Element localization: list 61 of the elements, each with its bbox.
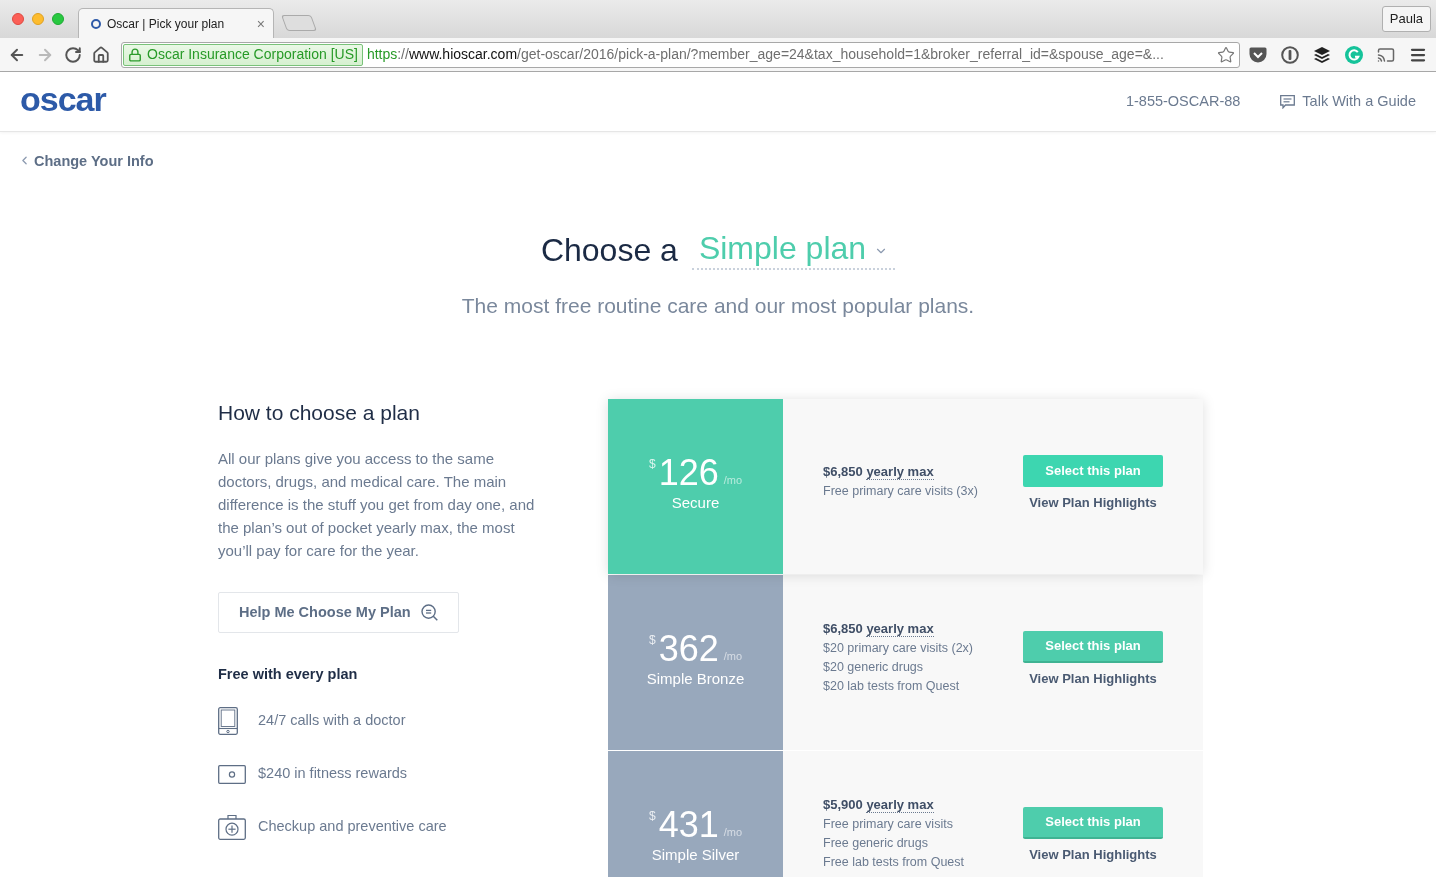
yearly-max: $6,850 yearly max [823,621,935,637]
currency-symbol: $ [648,633,656,646]
banknote-icon [218,764,246,784]
phone-number[interactable]: 1-855-OSCAR-88 [1125,90,1241,113]
benefit-text: $20 primary care visits (2x) [823,641,975,656]
tab-close-button[interactable]: × [256,16,265,31]
tab-title: Oscar | Pick your plan [107,15,225,33]
monthly-price: 362 [658,628,719,669]
yearly-max: $5,900 yearly max [823,797,935,813]
change-info-link[interactable]: Change Your Info [18,150,154,171]
benefit-text: $20 lab tests from Quest [823,679,961,694]
phone-icon [218,707,238,735]
plan-highlights-link[interactable]: View Plan Highlights [1029,494,1157,512]
address-bar[interactable]: Oscar Insurance Corporation [US] https://www.hioscar.com/get-oscar/2016/pick-a-plan/?member_age=24&tax_household=1&broker_referral_id=&spouse_age=&... [121,41,1240,68]
benefit-text: Free generic drugs [823,836,929,851]
reload-icon[interactable] [64,45,82,64]
search-icon [420,604,438,621]
medical-case-icon [218,814,246,840]
profile-button[interactable]: Paula [1381,6,1431,32]
pocket-icon[interactable] [1249,46,1267,63]
browser-tab[interactable]: Oscar | Pick your plan × [78,8,274,38]
benefit-text: Free primary care visits (3x) [823,484,979,499]
monthly-price: 431 [658,804,719,845]
home-icon[interactable] [92,45,110,64]
price-period: /mo [723,650,743,662]
feature-text: 24/7 calls with a doctor [258,711,406,731]
favicon-icon [91,18,101,29]
plan-name: Secure [671,492,720,513]
help-choose-button[interactable]: Help Me Choose My Plan [218,592,459,633]
plan-highlights-link[interactable]: View Plan Highlights [1029,670,1157,688]
cast-icon[interactable] [1377,45,1395,64]
currency-symbol: $ [648,457,656,470]
guide-text: All our plans give you access to the same doctors, drugs, and medical care. The main difference is the stuff you get from day one, and the plan’s out of pocket yearly max, the most you’ll pay for care for the year. [218,449,536,561]
plan-name: Simple Bronze [646,668,745,689]
oscar-logo[interactable]: oscar [20,81,106,122]
page-title: Choose a [540,231,678,270]
price-period: /mo [723,474,743,486]
feature-text: $240 in fitness rewards [258,764,408,784]
monthly-price: 126 [658,452,719,493]
bookmark-star-icon[interactable] [1217,45,1235,64]
yearly-max: $6,850 yearly max [823,464,935,480]
security-badge[interactable]: Oscar Insurance Corporation [US] [123,43,363,66]
chat-icon [1280,94,1296,109]
url-text: https://www.hioscar.com/get-oscar/2016/pick-a-plan/?member_age=24&tax_household=1&broker_referral_id=&spouse_age=&... [366,45,1164,64]
talk-with-guide-link[interactable]: Talk With a Guide [1280,90,1416,113]
close-window-icon[interactable] [12,13,24,25]
price-period: /mo [723,826,743,838]
guide-title: How to choose a plan [218,400,421,426]
benefit-text: Free lab tests from Quest [823,855,966,870]
benefit-text: $20 generic drugs [823,660,925,675]
currency-symbol: $ [648,809,656,822]
keyhole-icon[interactable] [1281,45,1299,64]
security-badge-text: Oscar Insurance Corporation [US] [147,45,358,64]
free-features-heading: Free with every plan [218,665,359,684]
plan-name: Simple Silver [651,844,740,865]
feature-text: Checkup and preventive care [258,817,447,837]
benefit-text: Free primary care visits [823,817,954,832]
lock-icon [128,47,142,62]
layers-icon[interactable] [1313,45,1331,64]
plan-highlights-link[interactable]: View Plan Highlights [1029,846,1157,864]
page-subtitle: The most free routine care and our most popular plans. [460,293,976,319]
